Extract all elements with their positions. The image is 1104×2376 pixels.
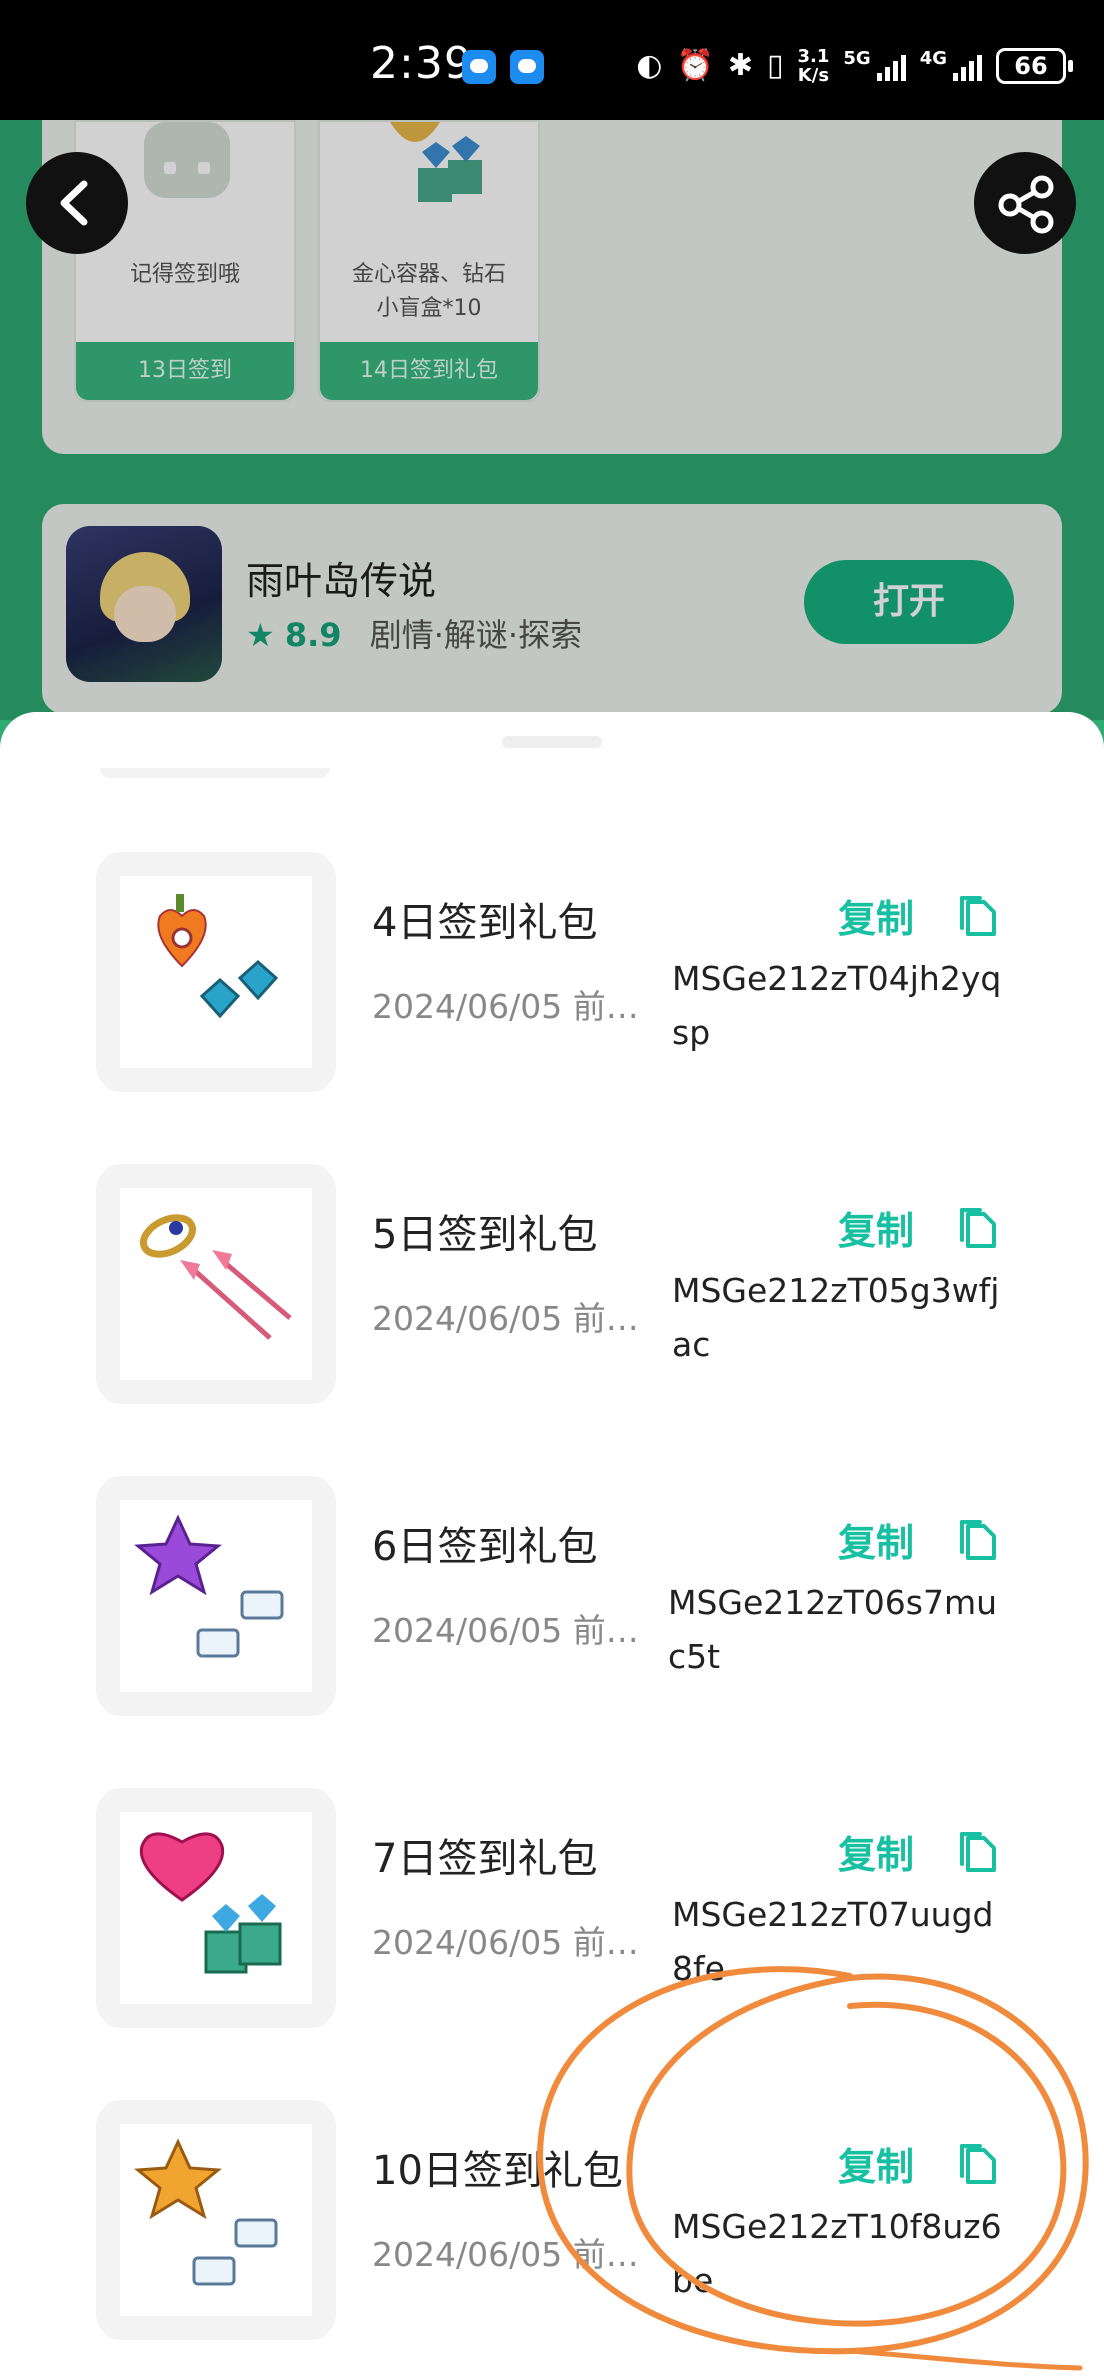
- status-time: 2:39: [370, 38, 473, 89]
- copy-icon[interactable]: [954, 892, 1002, 940]
- gift-item: 10日签到礼包 2024/06/05 前… 复制 MSGe212zT10f8uz…: [0, 2100, 1104, 2340]
- gift-title: 4日签到礼包: [372, 900, 598, 946]
- copy-button[interactable]: 复制: [838, 1200, 914, 1255]
- gift-code: MSGe212zT10f8uz6be: [672, 2207, 1002, 2300]
- network-type-5g: 5G: [843, 47, 871, 69]
- back-button[interactable]: [26, 152, 128, 254]
- copy-button[interactable]: 复制: [838, 1824, 914, 1879]
- gift-expiry: 2024/06/05 前…: [372, 1923, 639, 1962]
- message-notification-icon: [462, 50, 496, 84]
- copy-button[interactable]: 复制: [838, 1512, 914, 1567]
- gift-thumbnail: [96, 852, 336, 1092]
- gift-code: MSGe212zT05g3wfjac: [672, 1271, 1000, 1364]
- gift-title: 5日签到礼包: [372, 1212, 598, 1258]
- gift-thumbnail: [96, 1788, 336, 2028]
- gold-star-gift-icon: [134, 2138, 278, 2286]
- ring-arrows-gift-icon: [139, 1214, 292, 1340]
- gift-code: MSGe212zT04jh2yqsp: [672, 959, 1002, 1052]
- signal-4g-icon: [953, 51, 982, 81]
- gift-expiry: 2024/06/05 前…: [372, 2235, 639, 2274]
- purple-star-gift-icon: [134, 1514, 284, 1658]
- overlay-scrim[interactable]: [0, 120, 1104, 720]
- gift-bottom-sheet: 4日签到礼包 2024/06/05 前… 复制 MSGe212zT04jh2yq…: [0, 712, 1104, 2376]
- network-type-4g: 4G: [919, 47, 947, 69]
- gift-expiry: 2024/06/05 前…: [372, 1299, 639, 1338]
- gift-thumbnail: [96, 1164, 336, 1404]
- copy-icon[interactable]: [954, 2140, 1002, 2188]
- share-button[interactable]: [974, 152, 1076, 254]
- apple-crystal-gift-icon: [157, 894, 279, 1019]
- copy-button[interactable]: 复制: [838, 2136, 914, 2191]
- battery-icon: 66: [996, 48, 1073, 84]
- gift-item: 6日签到礼包 2024/06/05 前… 复制 MSGe212zT06s7muc…: [0, 1476, 1104, 1716]
- gift-title: 7日签到礼包: [372, 1836, 598, 1882]
- gift-expiry: 2024/06/05 前…: [372, 1611, 639, 1650]
- gift-item: 4日签到礼包 2024/06/05 前… 复制 MSGe212zT04jh2yq…: [0, 852, 1104, 1092]
- drag-handle[interactable]: [502, 736, 602, 748]
- gift-thumbnail: [96, 1476, 336, 1716]
- gift-code: MSGe212zT07uugd8fe: [672, 1895, 994, 1988]
- bluetooth-icon: ✱: [727, 48, 753, 83]
- share-icon: [998, 175, 1054, 234]
- copy-icon[interactable]: [954, 1204, 1002, 1252]
- message-notification-icon: [510, 50, 544, 84]
- copy-icon[interactable]: [954, 1516, 1002, 1564]
- alarm-icon: ⏰: [676, 48, 714, 83]
- gift-item: 7日签到礼包 2024/06/05 前… 复制 MSGe212zT07uugd8…: [0, 1788, 1104, 2028]
- chevron-left-icon: [60, 180, 88, 226]
- previous-item-edge: [100, 768, 330, 778]
- gift-title: 10日签到礼包: [372, 2148, 623, 2194]
- copy-icon[interactable]: [954, 1828, 1002, 1876]
- gift-code: MSGe212zT06s7muc5t: [668, 1583, 998, 1676]
- gift-thumbnail: [96, 2100, 336, 2340]
- data-saver-icon: ◐: [636, 48, 663, 83]
- signal-5g-icon: [876, 51, 906, 81]
- gift-expiry: 2024/06/05 前…: [372, 987, 639, 1026]
- gift-title: 6日签到礼包: [372, 1524, 598, 1570]
- gift-item: 5日签到礼包 2024/06/05 前… 复制 MSGe212zT05g3wfj…: [0, 1164, 1104, 1404]
- vibrate-icon: ▯: [766, 48, 784, 83]
- status-icons: ◐ ⏰ ✱ ▯ 3.1 K/s 5G 4G 66: [636, 44, 1073, 88]
- heart-diamond-gift-icon: [139, 1832, 282, 1974]
- copy-button[interactable]: 复制: [838, 888, 914, 943]
- network-speed: 3.1 K/s: [797, 46, 830, 86]
- status-bar: 2:39 ◐ ⏰ ✱ ▯ 3.1 K/s 5G 4G 66: [0, 0, 1104, 120]
